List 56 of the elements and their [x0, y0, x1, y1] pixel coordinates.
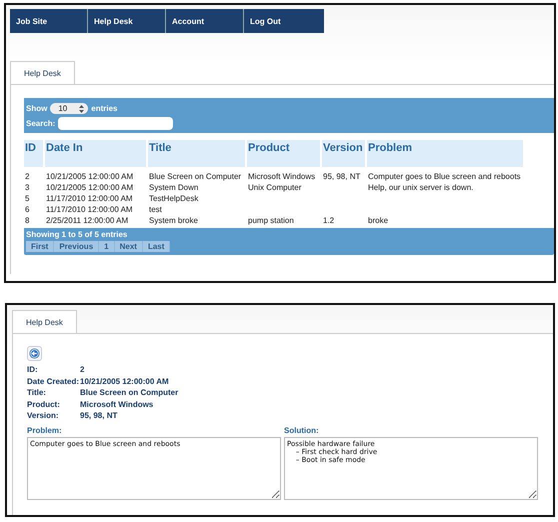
search-label: Search:	[26, 119, 56, 128]
table-cell: test	[149, 205, 162, 214]
table-cell: System Down	[149, 183, 198, 192]
nav-link[interactable]: Account	[166, 9, 244, 33]
field-value: 2	[80, 365, 84, 374]
nav-link[interactable]: Help Desk	[88, 9, 166, 33]
table-cell: 3	[25, 183, 30, 192]
back-arrow-icon	[29, 348, 40, 359]
column-header[interactable]: Title	[148, 140, 245, 167]
nav-link[interactable]: Job Site	[10, 9, 88, 33]
field-label: Solution:	[284, 426, 320, 434]
table-cell: Microsoft Windows	[248, 172, 316, 181]
field-label: Title:	[27, 388, 47, 398]
table-cell: 6	[25, 205, 30, 214]
table-cell: System broke	[149, 216, 198, 225]
show-label: Show	[26, 104, 48, 113]
table-cell: TestHelpDesk	[149, 194, 198, 203]
table-cell: pump station	[248, 216, 294, 225]
nav-link[interactable]: Log Out	[244, 9, 322, 33]
field-label: Problem:	[27, 426, 63, 434]
table-cell: 10/21/2005 12:00:00 AM	[46, 172, 134, 181]
column-header[interactable]: ID	[24, 140, 43, 167]
table-cell: Computer goes to Blue screen and reboots	[368, 172, 521, 181]
field-label: Version:	[27, 411, 60, 420]
table-cell: 2	[25, 172, 30, 181]
field-value: 95, 98, NT	[80, 411, 118, 420]
field-value: 10/21/2005 12:00:00 AM	[80, 376, 169, 386]
table-cell: Blue Screen on Computer	[149, 172, 242, 181]
table-cell: 2/25/2011 12:00:00 AM	[46, 216, 128, 225]
table-cell: 5	[25, 194, 30, 203]
column-header[interactable]: Version	[322, 140, 365, 167]
column-header[interactable]: Problem	[367, 140, 523, 167]
field-value: Microsoft Windows	[80, 400, 154, 409]
table-cell: 8	[25, 216, 30, 225]
table-cell: Help, our unix server is down.	[368, 183, 474, 192]
page-size-select[interactable]: 10	[50, 103, 88, 114]
search-field[interactable]	[58, 117, 174, 130]
field-label: Product:	[27, 400, 61, 409]
column-header[interactable]: Product	[247, 140, 320, 167]
field-label: ID:	[27, 365, 39, 374]
table-cell: broke	[368, 216, 388, 225]
table-cell: 10/21/2005 12:00:00 AM	[46, 183, 134, 192]
entries-label: entries	[91, 104, 118, 113]
table-cell: Unix Computer	[248, 183, 302, 192]
stepper-icon	[79, 104, 84, 112]
back-button[interactable]	[27, 346, 42, 361]
table-cell: 95, 98, NT	[323, 172, 360, 181]
table-cell: 11/17/2010 12:00:00 AM	[46, 205, 133, 214]
table-cell: 11/17/2010 12:00:00 AM	[46, 194, 133, 203]
table-cell: 1.2	[323, 216, 334, 225]
field-label: Date Created:	[27, 376, 80, 386]
tab[interactable]: Help Desk	[10, 61, 75, 84]
entries-info: Showing 1 to 5 of 5 entries	[26, 230, 128, 239]
column-header[interactable]: Date In	[45, 140, 146, 167]
tab[interactable]: Help Desk	[12, 310, 77, 333]
field-value: Blue Screen on Computer	[80, 388, 178, 398]
